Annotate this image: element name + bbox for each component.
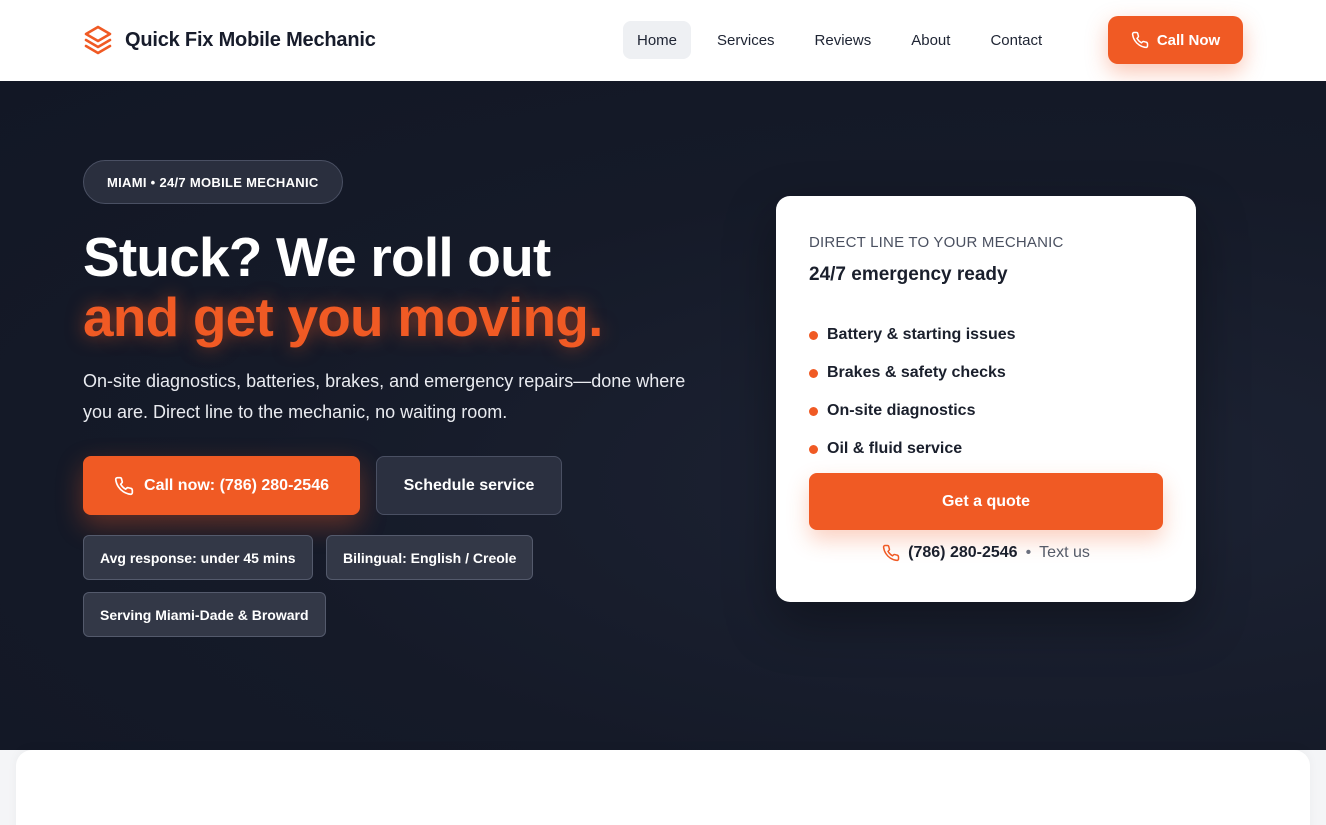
site-header: Quick Fix Mobile Mechanic Home Services …: [0, 0, 1326, 81]
service-area-chip: Serving Miami-Dade & Broward: [83, 592, 326, 637]
list-item: Battery & starting issues: [809, 316, 1016, 354]
bullet-dot-icon: [809, 444, 818, 454]
card-eyebrow: DIRECT LINE TO YOUR MECHANIC: [809, 234, 1064, 251]
service-list: Battery & starting issues Brakes & safet…: [809, 316, 1016, 468]
nav-item-home[interactable]: Home: [623, 21, 692, 59]
hero-headline: Stuck? We roll out: [83, 226, 551, 288]
call-now-label: Call Now: [1156, 31, 1221, 49]
list-item-label: Battery & starting issues: [827, 326, 1016, 343]
card-title: 24/7 emergency ready: [809, 264, 1008, 285]
nav-item-services[interactable]: Services: [703, 21, 789, 59]
brand-logo[interactable]: Quick Fix Mobile Mechanic: [83, 24, 376, 56]
nav-item-about[interactable]: About: [897, 21, 964, 59]
hero-subtitle: On-site diagnostics, batteries, brakes, …: [83, 371, 686, 422]
contact-card: DIRECT LINE TO YOUR MECHANIC 24/7 emerge…: [776, 196, 1196, 602]
phone-icon: [882, 544, 900, 562]
location-badge: MIAMI • 24/7 MOBILE MECHANIC: [83, 160, 343, 204]
next-section-panel: [16, 750, 1310, 825]
layers-icon: [84, 25, 112, 55]
phone-icon: [114, 476, 134, 495]
get-quote-button[interactable]: Get a quote: [809, 473, 1163, 530]
phone-link[interactable]: (786) 280-2546: [908, 544, 1017, 562]
list-item: On-site diagnostics: [809, 392, 1016, 430]
separator-dot: •: [1025, 544, 1032, 561]
response-time-chip: Avg response: under 45 mins: [83, 535, 313, 580]
call-phone-label: Call now: (786) 280-2546: [144, 476, 329, 494]
list-item-label: Oil & fluid service: [827, 440, 963, 457]
list-item: Oil & fluid service: [809, 430, 1016, 468]
nav-item-reviews[interactable]: Reviews: [801, 21, 886, 59]
bilingual-chip: Bilingual: English / Creole: [326, 535, 534, 580]
list-item-label: On-site diagnostics: [827, 402, 976, 419]
bullet-dot-icon: [809, 330, 818, 340]
hero-headline-accent: and get you moving.: [83, 286, 603, 348]
bullet-dot-icon: [809, 368, 818, 378]
text-us-link[interactable]: Text us: [1039, 544, 1090, 562]
brand-name: Quick Fix Mobile Mechanic: [125, 28, 376, 51]
schedule-service-button[interactable]: Schedule service: [376, 456, 562, 515]
call-phone-button[interactable]: Call now: (786) 280-2546: [83, 456, 360, 515]
bullet-dot-icon: [809, 406, 818, 416]
phone-icon: [1131, 31, 1149, 49]
hero-section: MIAMI • 24/7 MOBILE MECHANIC Stuck? We r…: [0, 81, 1326, 750]
main-nav: Home Services Reviews About Contact: [623, 21, 1068, 59]
list-item-label: Brakes & safety checks: [827, 364, 1006, 381]
nav-item-contact[interactable]: Contact: [976, 21, 1056, 59]
call-now-button[interactable]: Call Now: [1108, 16, 1243, 64]
card-footer: (786) 280-2546 • Text us: [776, 544, 1196, 562]
list-item: Brakes & safety checks: [809, 354, 1016, 392]
